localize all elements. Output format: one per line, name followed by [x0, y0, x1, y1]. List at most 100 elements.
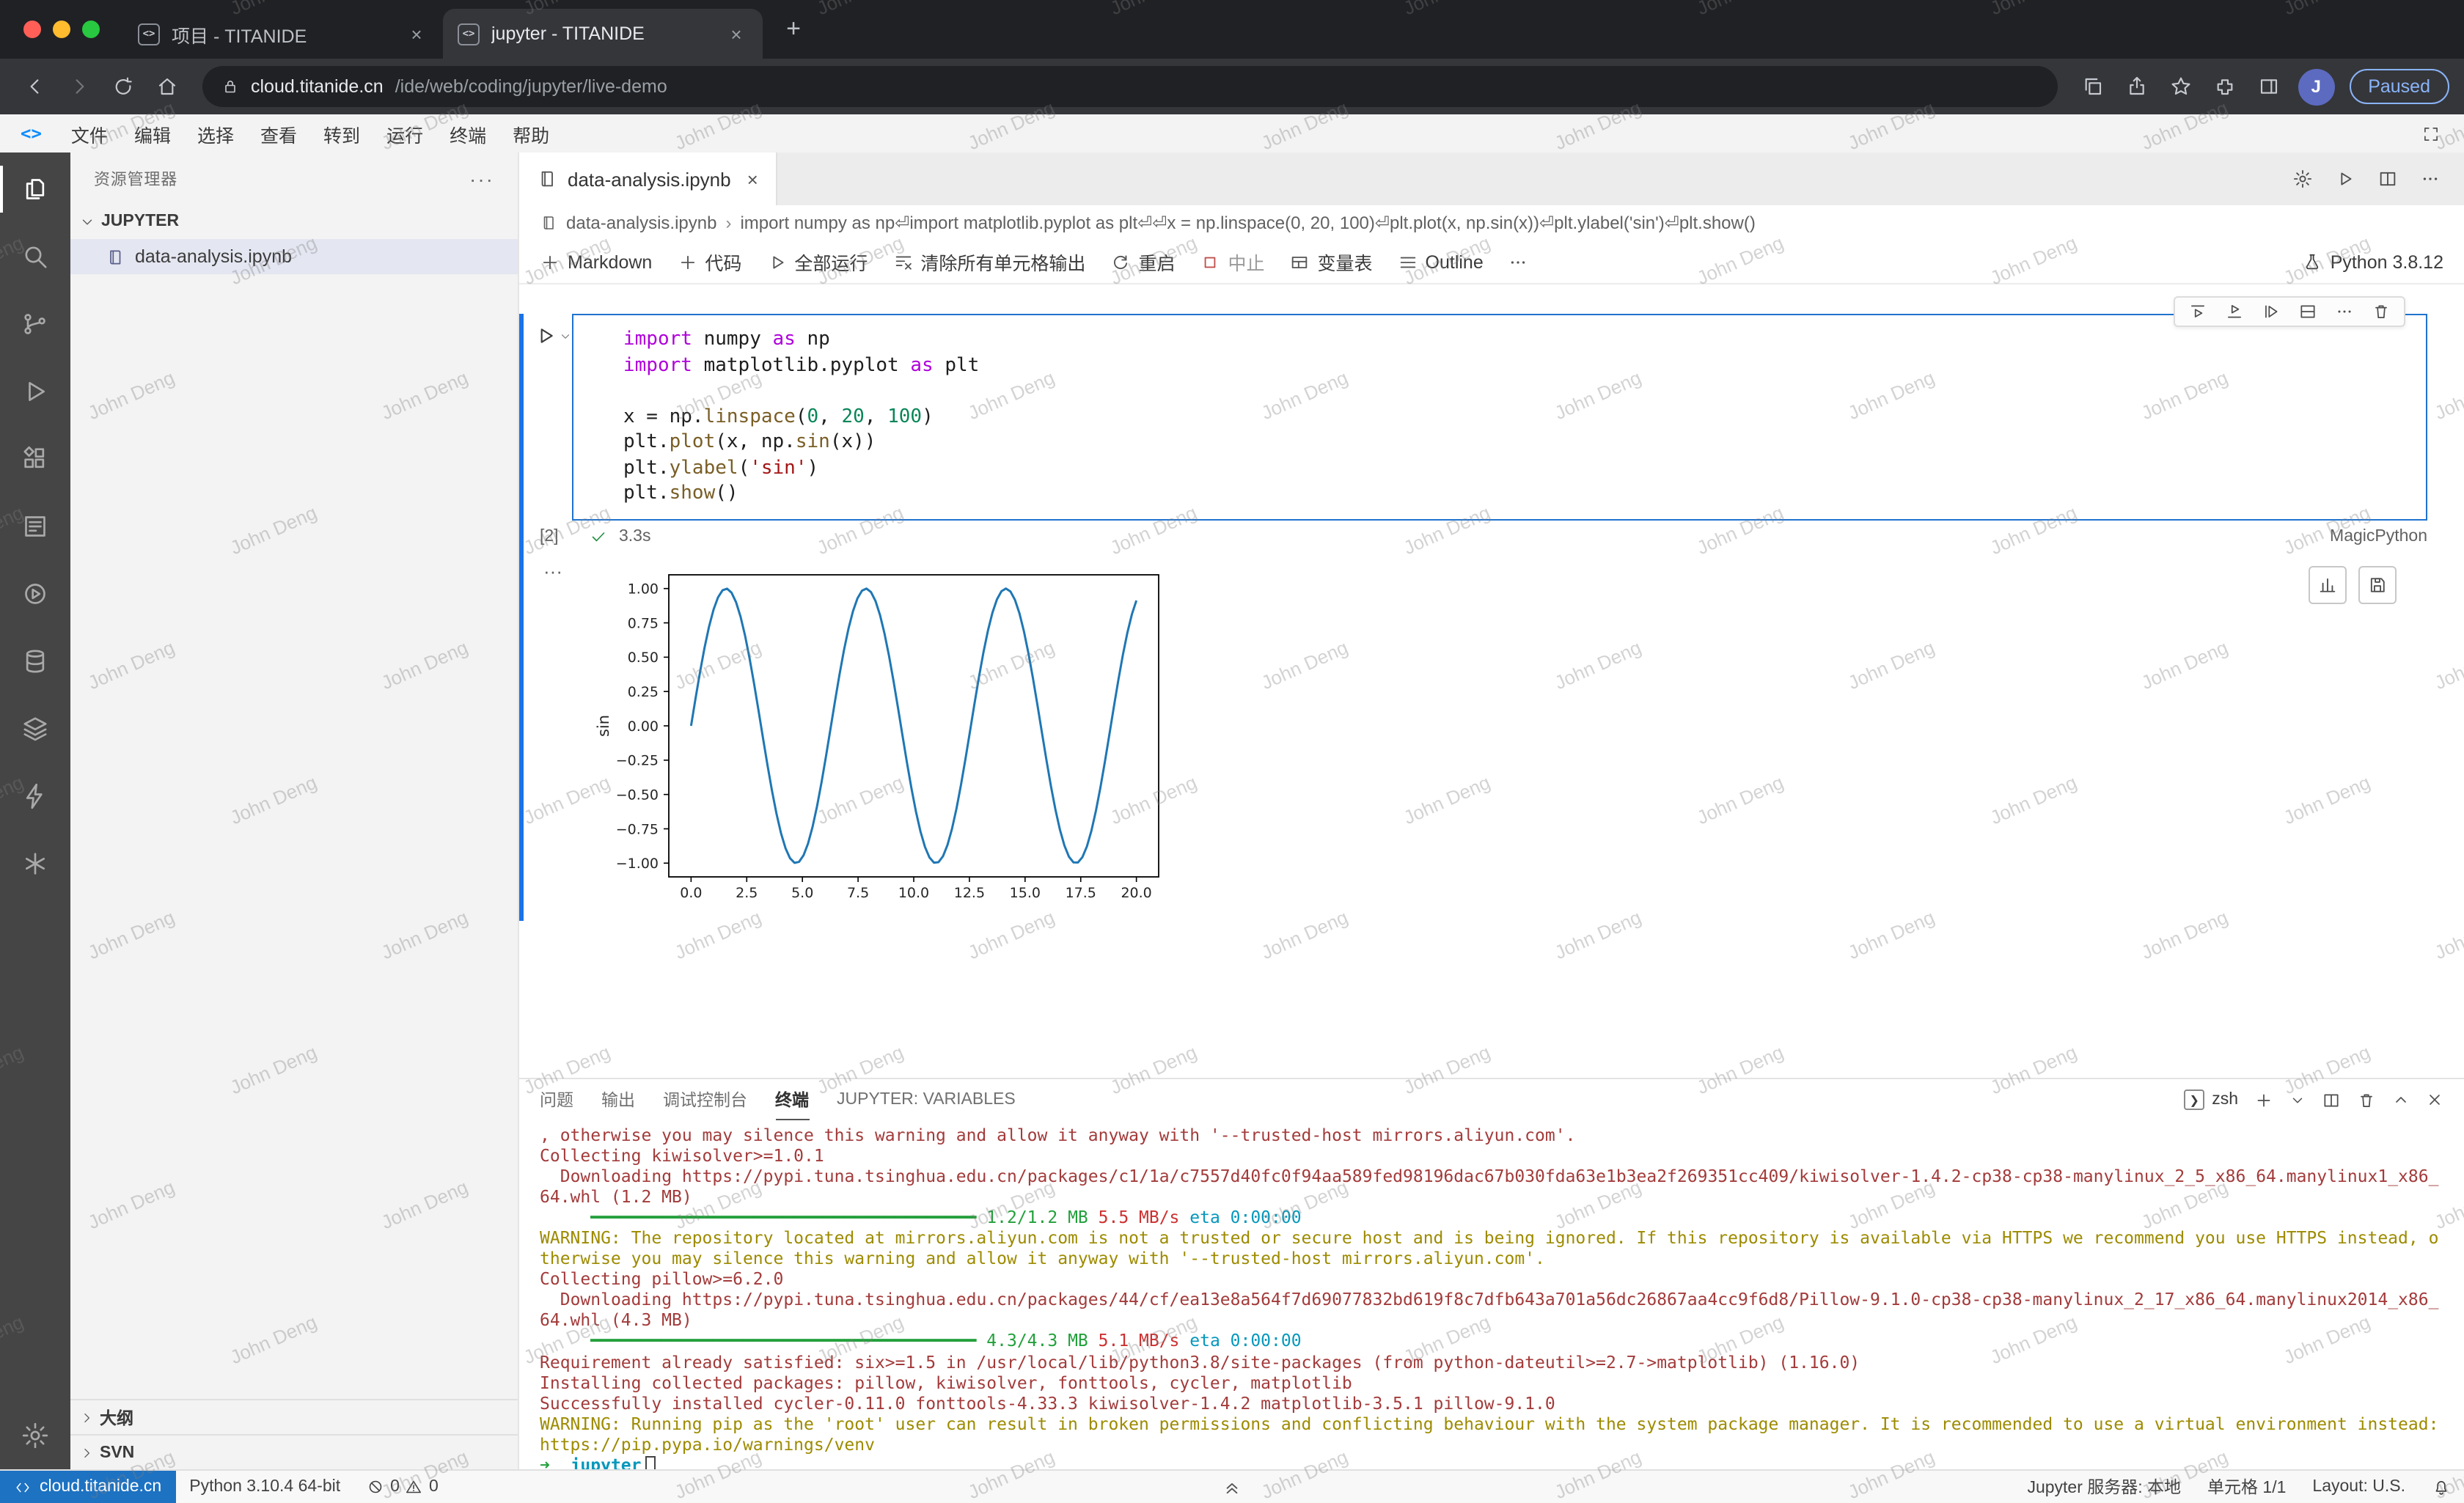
run-icon[interactable] [2335, 169, 2355, 189]
kebab-icon[interactable] [2420, 169, 2441, 189]
trash-icon[interactable] [2372, 302, 2391, 321]
tab-close-icon[interactable]: × [405, 23, 428, 45]
explorer-more-icon[interactable]: ··· [469, 166, 494, 190]
clear-outputs-button[interactable]: 清除所有单元格输出 [892, 248, 1085, 276]
breadcrumb[interactable]: data-analysis.ipynb › import numpy as np… [519, 205, 2464, 240]
panel-tab-2[interactable]: 调试控制台 [663, 1079, 747, 1120]
more-actions-button[interactable] [1508, 251, 1529, 272]
profile-avatar[interactable]: J [2298, 68, 2334, 105]
menu-item-3[interactable]: 查看 [247, 115, 310, 152]
menu-item-5[interactable]: 运行 [373, 115, 436, 152]
variables-button[interactable]: 变量表 [1290, 248, 1373, 276]
browser-tab-0[interactable]: <>项目 - TITANIDE× [123, 9, 443, 59]
execute-above-icon[interactable] [2188, 302, 2207, 321]
debug-cell-icon[interactable] [2262, 302, 2281, 321]
cell-code[interactable]: import numpy as npimport matplotlib.pypl… [623, 327, 2411, 507]
activity-extensions-icon[interactable] [0, 425, 70, 493]
activity-search-icon[interactable] [0, 223, 70, 290]
output-options-icon[interactable]: ··· [534, 559, 572, 920]
cell-position-indicator[interactable]: 单元格 1/1 [2194, 1471, 2299, 1503]
notifications-bell-icon[interactable] [2419, 1471, 2464, 1503]
cell-language-mode[interactable]: MagicPython [2330, 527, 2427, 545]
panel-tab-0[interactable]: 问题 [540, 1079, 573, 1120]
remote-indicator[interactable]: cloud.titanide.cn [0, 1471, 176, 1503]
browser-tab-1[interactable]: <>jupyter - TITANIDE× [443, 9, 763, 59]
activity-tasks-icon[interactable] [0, 560, 70, 628]
activity-zap-icon[interactable] [0, 762, 70, 830]
extensions-puzzle-icon[interactable] [2204, 66, 2245, 107]
maximize-panel-icon[interactable] [2392, 1091, 2410, 1109]
jupyter-server-status[interactable]: Jupyter 服务器: 本地 [2014, 1471, 2194, 1503]
forward-icon[interactable] [59, 66, 100, 107]
menu-item-4[interactable]: 转到 [310, 115, 373, 152]
activity-preview-icon[interactable] [0, 493, 70, 560]
file-item-0[interactable]: data-analysis.ipynb [70, 239, 518, 274]
zoom-window-button[interactable] [82, 21, 100, 38]
sidebar-section-jupyter[interactable]: JUPYTER [70, 204, 518, 239]
minimize-window-button[interactable] [53, 21, 70, 38]
paused-button[interactable]: Paused [2349, 69, 2449, 104]
sidebar-section-0[interactable]: 大纲 [70, 1399, 518, 1434]
run-options-chevron-icon[interactable] [559, 329, 572, 342]
terminal-output[interactable]: , otherwise you may silence this warning… [519, 1120, 2464, 1469]
sidebar-section-1[interactable]: SVN [70, 1434, 518, 1469]
close-tab-icon[interactable]: × [747, 168, 758, 190]
reading-list-icon[interactable] [2072, 66, 2113, 107]
add-markdown-button[interactable]: Markdown [540, 251, 652, 272]
terminal-dropdown-icon[interactable] [2289, 1092, 2306, 1108]
problems-indicator[interactable]: 0 0 [353, 1471, 452, 1503]
fullscreen-icon[interactable] [2421, 124, 2441, 143]
sidebar-toggle-icon[interactable] [2248, 66, 2289, 107]
code-cell[interactable]: import numpy as npimport matplotlib.pypl… [572, 314, 2427, 520]
activity-explorer-icon[interactable] [0, 155, 70, 223]
open-plot-viewer-button[interactable] [2309, 565, 2347, 603]
breadcrumb-cell-content[interactable]: import numpy as np⏎import matplotlib.pyp… [740, 213, 1755, 233]
home-icon[interactable] [147, 66, 188, 107]
layout-indicator[interactable]: Layout: U.S. [2299, 1471, 2419, 1503]
panel-tab-3[interactable]: 终端 [775, 1079, 809, 1120]
menu-item-6[interactable]: 终端 [436, 115, 499, 152]
new-terminal-icon[interactable] [2254, 1090, 2273, 1109]
new-tab-button[interactable]: + [774, 10, 813, 48]
breadcrumb-file[interactable]: data-analysis.ipynb [566, 213, 716, 233]
restore-panel-icon[interactable] [1222, 1471, 1242, 1503]
menu-item-0[interactable]: 文件 [58, 115, 121, 152]
kebab-icon[interactable] [2335, 302, 2354, 321]
run-all-button[interactable]: 全部运行 [766, 248, 868, 276]
close-window-button[interactable] [23, 21, 41, 38]
run-cell-button[interactable] [534, 324, 572, 348]
save-output-button[interactable] [2358, 565, 2397, 603]
menu-item-7[interactable]: 帮助 [499, 115, 562, 152]
kernel-picker[interactable]: Python 3.8.12 [2303, 251, 2443, 272]
gear-icon[interactable] [2292, 169, 2313, 189]
menu-item-1[interactable]: 编辑 [121, 115, 184, 152]
panel-tab-4[interactable]: JUPYTER: VARIABLES [837, 1079, 1016, 1120]
activity-run-debug-icon[interactable] [0, 358, 70, 425]
share-icon[interactable] [2116, 66, 2157, 107]
activity-sparkle-icon[interactable] [0, 830, 70, 897]
back-icon[interactable] [15, 66, 56, 107]
reload-icon[interactable] [103, 66, 144, 107]
run-cell-icon[interactable] [534, 324, 557, 348]
activity-settings-gear-icon[interactable] [0, 1402, 70, 1469]
close-panel-icon[interactable] [2426, 1091, 2443, 1109]
panel-tab-1[interactable]: 输出 [601, 1079, 635, 1120]
split-cell-icon[interactable] [2298, 302, 2317, 321]
outline-button[interactable]: Outline [1398, 251, 1484, 272]
activity-database-icon[interactable] [0, 628, 70, 695]
tab-close-icon[interactable]: × [725, 23, 748, 45]
shell-selector[interactable]: ❯ zsh [2184, 1089, 2238, 1110]
url-bar[interactable]: cloud.titanide.cn/ide/web/coding/jupyter… [202, 66, 2057, 107]
activity-layers-icon[interactable] [0, 695, 70, 762]
add-code-button[interactable]: 代码 [677, 248, 741, 276]
editor-tab-notebook[interactable]: data-analysis.ipynb × [519, 152, 777, 205]
split-editor-icon[interactable] [2377, 169, 2398, 189]
kill-terminal-icon[interactable] [2357, 1090, 2376, 1109]
interrupt-button[interactable]: 中止 [1200, 248, 1264, 276]
activity-source-control-icon[interactable] [0, 290, 70, 358]
split-terminal-icon[interactable] [2322, 1090, 2341, 1109]
execute-below-icon[interactable] [2225, 302, 2244, 321]
restart-button[interactable]: 重启 [1110, 248, 1175, 276]
menu-item-2[interactable]: 选择 [184, 115, 247, 152]
bookmark-star-icon[interactable] [2160, 66, 2201, 107]
